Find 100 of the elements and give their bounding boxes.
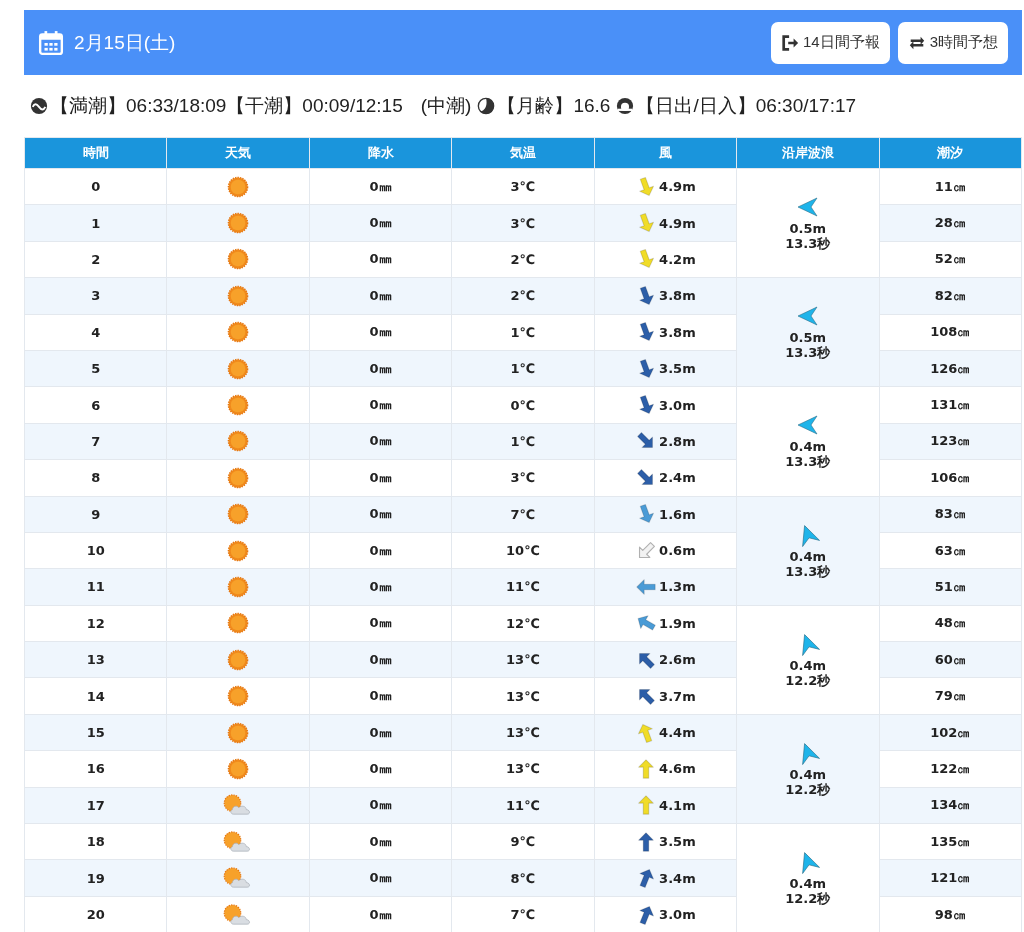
- tide-level-cell: 98㎝: [879, 896, 1022, 932]
- sun-icon: [227, 212, 250, 235]
- temperature-cell: 10℃: [451, 532, 595, 569]
- wave-height: 0.4m: [789, 548, 827, 564]
- temperature-cell: 2℃: [451, 277, 595, 315]
- tide-level-cell: 82㎝: [879, 277, 1022, 315]
- precipitation-cell: 0㎜: [309, 459, 452, 496]
- hour-cell: 4: [24, 314, 167, 351]
- hour-cell: 1: [24, 204, 167, 242]
- hour-cell: 16: [24, 750, 167, 788]
- temperature-cell: 11℃: [451, 787, 595, 824]
- hour-cell: 18: [24, 823, 167, 860]
- wind-speed: 3.5m: [659, 834, 696, 850]
- hour-cell: 14: [24, 677, 167, 715]
- precipitation-cell: 0㎜: [309, 204, 452, 242]
- wind-speed: 4.4m: [659, 725, 696, 741]
- sun-icon: [227, 648, 250, 671]
- hour-cell: 2: [24, 241, 167, 278]
- wave-height: 0.4m: [789, 876, 827, 892]
- hour-cell: 12: [24, 605, 167, 642]
- precipitation-cell: 0㎜: [309, 532, 452, 569]
- temperature-cell: 13℃: [451, 750, 595, 788]
- wave-period: 13.3秒: [785, 563, 831, 579]
- wind-speed: 3.4m: [659, 870, 696, 886]
- temperature-cell: 7℃: [451, 896, 595, 932]
- sun-icon: [227, 503, 250, 526]
- tide-level-cell: 102㎝: [879, 714, 1022, 751]
- sun-icon: [227, 466, 250, 489]
- column-header: 沿岸波浪: [736, 137, 880, 169]
- date-title: 2月15日(土): [74, 30, 176, 55]
- hour-cell: 6: [24, 386, 167, 424]
- sunrise-icon: [616, 97, 635, 115]
- tide-level-cell: 63㎝: [879, 532, 1022, 569]
- precipitation-cell: 0㎜: [309, 714, 452, 751]
- wind-speed: 4.2m: [659, 251, 696, 267]
- temperature-cell: 7℃: [451, 496, 595, 533]
- wind-speed: 3.8m: [659, 288, 696, 304]
- tide-level-cell: 79㎝: [879, 677, 1022, 715]
- temperature-cell: 8℃: [451, 859, 595, 897]
- precipitation-cell: 0㎜: [309, 241, 452, 278]
- wind-speed: 2.4m: [659, 470, 696, 486]
- wind-speed: 1.9m: [659, 615, 696, 631]
- precipitation-cell: 0㎜: [309, 896, 452, 932]
- temperature-cell: 0℃: [451, 386, 595, 424]
- hour-cell: 0: [24, 168, 167, 205]
- wave-period: 13.3秒: [785, 454, 831, 470]
- wind-speed: 1.3m: [659, 579, 696, 595]
- sun-icon: [227, 357, 250, 380]
- wind-speed: 4.1m: [659, 797, 696, 813]
- precipitation-cell: 0㎜: [309, 350, 452, 387]
- precipitation-cell: 0㎜: [309, 823, 452, 860]
- precipitation-cell: 0㎜: [309, 168, 452, 205]
- tide-level-cell: 52㎝: [879, 241, 1022, 278]
- temperature-cell: 12℃: [451, 605, 595, 642]
- tide-level-cell: 83㎝: [879, 496, 1022, 533]
- hour-cell: 20: [24, 896, 167, 932]
- hour-cell: 9: [24, 496, 167, 533]
- precipitation-cell: 0㎜: [309, 605, 452, 642]
- sun-icon: [227, 576, 250, 598]
- wind-speed: 3.7m: [659, 688, 696, 704]
- precipitation-cell: 0㎜: [309, 641, 452, 678]
- tide-level-cell: 121㎝: [879, 859, 1022, 897]
- sun-icon: [227, 175, 250, 198]
- sun-icon: [227, 284, 250, 307]
- wind-speed: 3.0m: [659, 907, 696, 922]
- wave-period: 13.3秒: [785, 345, 831, 361]
- temperature-cell: 13℃: [451, 641, 595, 678]
- tide-level-cell: 11㎝: [879, 168, 1022, 205]
- sun-icon: [227, 757, 250, 780]
- moon-age: 【月齢】16.6: [497, 94, 611, 118]
- wind-speed: 1.6m: [659, 506, 696, 522]
- precipitation-cell: 0㎜: [309, 750, 452, 788]
- moon-phase-icon: [477, 97, 496, 115]
- tide-times: 【満潮】06:33/18:09【干潮】00:09/12:15: [50, 94, 403, 118]
- tide-level-cell: 122㎝: [879, 750, 1022, 788]
- column-header: 風: [594, 137, 737, 169]
- temperature-cell: 11℃: [451, 568, 595, 606]
- wave-period: 13.3秒: [785, 236, 831, 252]
- tide-level-cell: 131㎝: [879, 386, 1022, 424]
- forecast-button[interactable]: 3時間予想: [897, 21, 1008, 64]
- temperature-cell: 3℃: [451, 459, 595, 496]
- wave-period: 12.2秒: [785, 781, 831, 797]
- hour-cell: 5: [24, 350, 167, 387]
- tide-level-cell: 60㎝: [879, 641, 1022, 678]
- hour-cell: 7: [24, 423, 167, 460]
- hour-cell: 11: [24, 568, 167, 606]
- forecast-button[interactable]: 14日間予報: [770, 21, 890, 64]
- wind-speed: 3.8m: [659, 324, 696, 340]
- hour-cell: 13: [24, 641, 167, 678]
- tide-level-cell: 106㎝: [879, 459, 1022, 496]
- temperature-cell: 3℃: [451, 168, 595, 205]
- hour-cell: 8: [24, 459, 167, 496]
- precipitation-cell: 0㎜: [309, 386, 452, 424]
- sun-icon: [227, 430, 250, 453]
- temperature-cell: 1℃: [451, 350, 595, 387]
- precipitation-cell: 0㎜: [309, 859, 452, 897]
- sun-icon: [227, 685, 250, 708]
- precipitation-cell: 0㎜: [309, 423, 452, 460]
- sun-icon: [227, 721, 250, 744]
- tide-level-cell: 51㎝: [879, 568, 1022, 606]
